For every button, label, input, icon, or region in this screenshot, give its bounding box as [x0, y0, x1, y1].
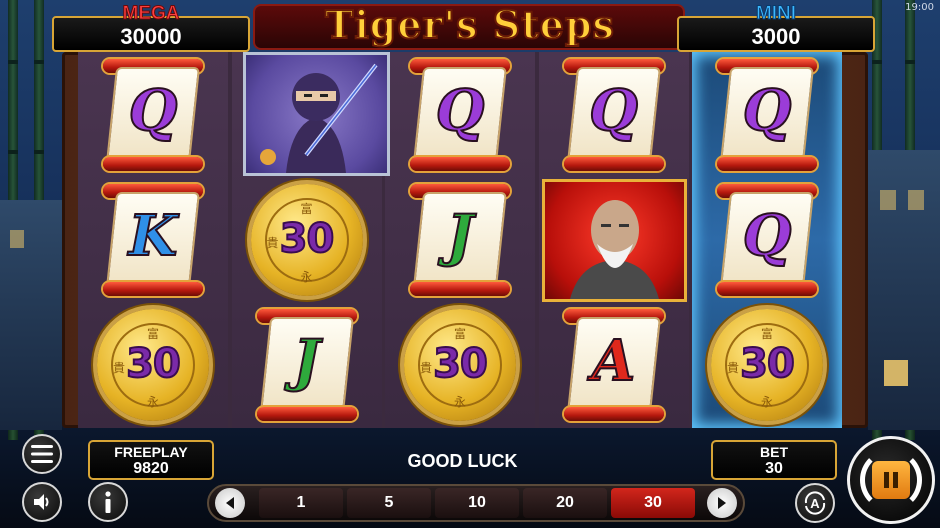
menu-button[interactable] [22, 434, 62, 474]
freeplay-value: 9820 [133, 460, 169, 477]
scroll-symbol: J [255, 308, 359, 421]
reel-3: Q J 富永貴 30 [385, 52, 535, 428]
mini-jackpot-amount: 3000 [751, 24, 801, 49]
card-letter: J [446, 202, 475, 269]
reel-area: Q K 富永貴 30 富永貴 30 J Q J 富永貴 30 Q A Q Q 富永貴 30 [78, 52, 842, 428]
line-option-1[interactable]: 1 [259, 488, 343, 518]
coin-symbol: 富永貴 30 [97, 308, 209, 421]
card-letter: Q [128, 77, 179, 144]
reel-cell: 富永貴 30 [232, 177, 382, 302]
card-letter: Q [742, 77, 793, 144]
pagoda-building [0, 200, 62, 430]
bet-display: BET 30 [711, 440, 837, 480]
line-option-10[interactable]: 10 [435, 488, 519, 518]
coin-value: 30 [125, 340, 182, 388]
old-master-icon [570, 200, 659, 299]
scroll-symbol: Q [101, 58, 205, 171]
ninja-icon [260, 63, 378, 173]
scroll-symbol: A [562, 308, 666, 421]
reel-cell: Q [539, 52, 689, 177]
mini-jackpot: MINI 3000 [677, 3, 875, 52]
bet-label: BET [760, 444, 788, 460]
scroll-symbol: Q [715, 183, 819, 296]
spin-button[interactable] [847, 436, 935, 524]
card-letter: Q [588, 77, 639, 144]
scroll-symbol: K [101, 183, 205, 296]
scroll-symbol: J [408, 183, 512, 296]
reel-cell: A [539, 302, 689, 427]
lines-prev-button[interactable] [215, 488, 245, 518]
card-letter: J [292, 327, 321, 394]
mega-jackpot-label: MEGA [122, 3, 180, 24]
mini-jackpot-label: MINI [755, 3, 797, 24]
arrow-left-icon [226, 497, 234, 509]
scroll-symbol: Q [562, 58, 666, 171]
reel-cell: Q [692, 177, 842, 302]
status-message: GOOD LUCK [407, 451, 518, 471]
scroll-symbol: Q [715, 58, 819, 171]
reel-cell: Q [78, 52, 228, 177]
reel-cell: J [232, 302, 382, 427]
bet-value: 30 [765, 460, 783, 477]
reel-cell: J [385, 177, 535, 302]
mega-jackpot: MEGA 30000 [52, 3, 250, 52]
ninja-portrait-symbol [243, 52, 390, 176]
reel-cell: K [78, 177, 228, 302]
coin-symbol: 富永貴 30 [404, 308, 516, 421]
freeplay-balance: FREEPLAY 9820 [88, 440, 214, 480]
card-letter: K [128, 202, 179, 269]
line-option-5[interactable]: 5 [347, 488, 431, 518]
card-letter: Q [742, 202, 793, 269]
lines-next-button[interactable] [707, 488, 737, 518]
speaker-icon [34, 494, 49, 510]
coin-symbol: 富永貴 30 [250, 183, 363, 296]
sound-button[interactable] [22, 482, 62, 522]
card-letter: Q [435, 77, 486, 144]
sage-portrait-symbol [542, 179, 687, 302]
autoplay-button[interactable]: A [795, 483, 835, 523]
coin-symbol: 富永貴 30 [711, 308, 823, 421]
reel-cell: Q [692, 52, 842, 177]
card-letter: A [591, 327, 636, 394]
line-option-30[interactable]: 30 [611, 488, 695, 518]
game-logo: Tiger's Steps [324, 1, 615, 48]
freeplay-label: FREEPLAY [114, 444, 188, 460]
reel-5: Q Q 富永貴 30 [692, 52, 842, 428]
pagoda-building [868, 150, 940, 430]
clock: 19:00 [905, 2, 934, 13]
reel-1: Q K 富永貴 30 [78, 52, 228, 428]
hamburger-icon [31, 445, 53, 463]
coin-value: 30 [432, 340, 489, 388]
reel-cell: 富永貴 30 [78, 302, 228, 427]
reel-cell: Q [385, 52, 535, 177]
info-button[interactable] [88, 482, 128, 522]
scroll-symbol: Q [408, 58, 512, 171]
info-icon [105, 491, 111, 513]
mega-jackpot-amount: 30000 [120, 24, 182, 49]
reel-cell: 富永貴 30 [692, 302, 842, 427]
line-option-20[interactable]: 20 [523, 488, 607, 518]
arrow-right-icon [718, 497, 726, 509]
coin-value: 30 [739, 340, 796, 388]
coin-value: 30 [279, 215, 336, 263]
reel-cell: 富永貴 30 [385, 302, 535, 427]
autoplay-label: A [810, 495, 820, 511]
pause-icon [872, 461, 910, 499]
